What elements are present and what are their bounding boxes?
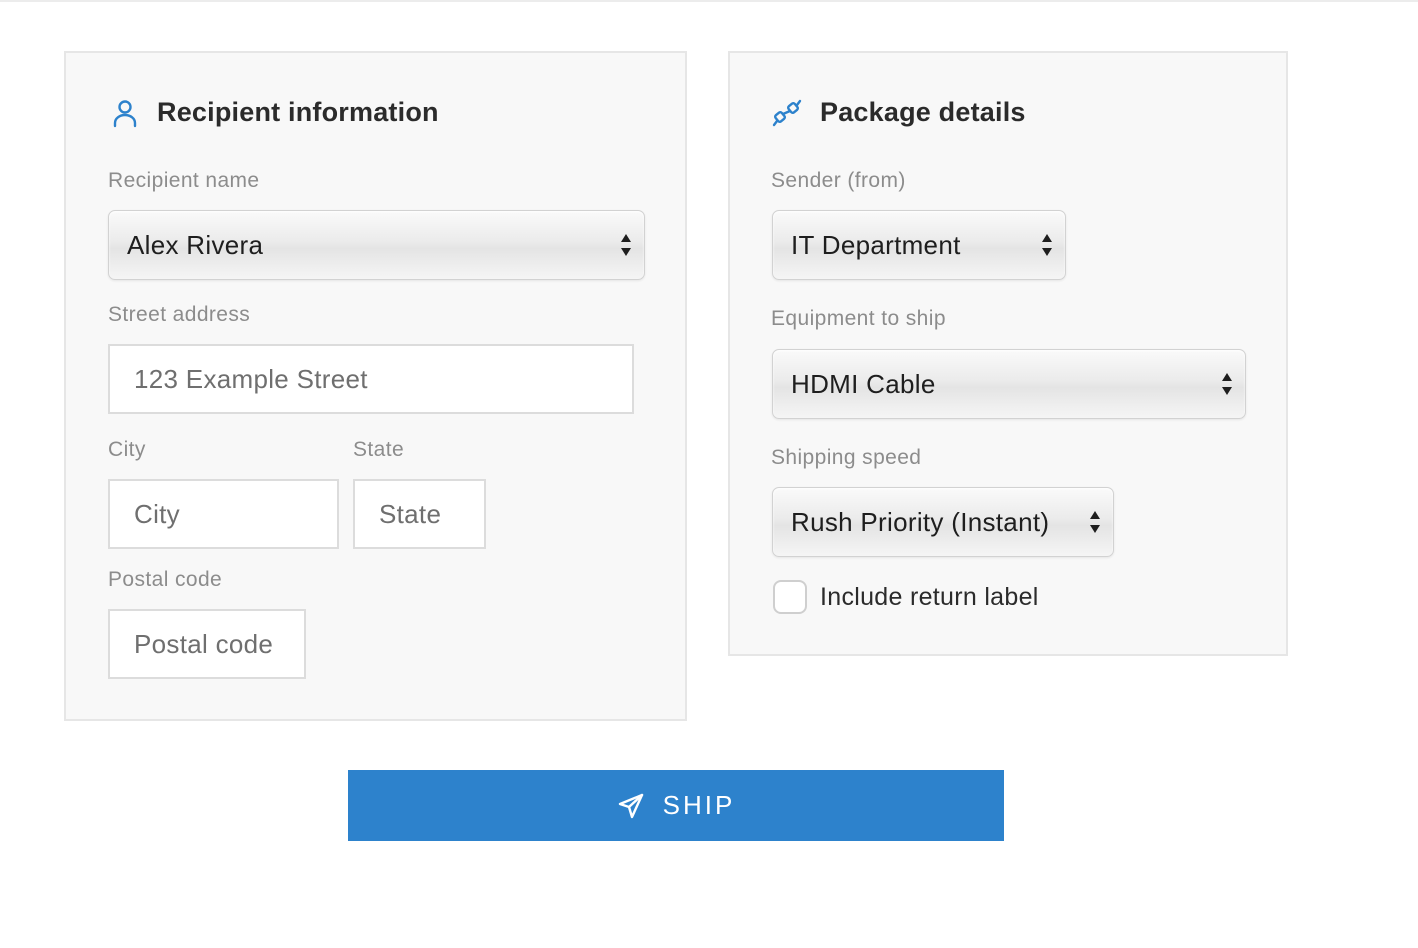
select-arrows-icon	[1042, 234, 1052, 256]
equipment-label: Equipment to ship	[771, 307, 946, 330]
select-arrows-icon	[1090, 511, 1100, 533]
person-icon	[113, 100, 137, 128]
ship-button[interactable]: SHIP	[348, 770, 1004, 841]
select-arrows-icon	[621, 234, 631, 256]
shipping-speed-value: Rush Priority (Instant)	[791, 506, 1050, 537]
return-label-checkbox[interactable]	[773, 580, 807, 614]
postal-code-label: Postal code	[108, 568, 223, 591]
shipping-speed-label: Shipping speed	[771, 446, 922, 469]
street-address-placeholder: 123 Example Street	[134, 363, 368, 394]
panel-title: Recipient information	[157, 97, 439, 127]
select-arrows-icon	[1222, 373, 1232, 395]
ship-label: SHIP	[662, 790, 736, 820]
recipient-name-label: Recipient name	[108, 169, 260, 192]
sender-select[interactable]: IT Department	[772, 210, 1066, 280]
paper-plane-icon	[618, 793, 643, 818]
city-placeholder: City	[134, 498, 180, 529]
city-label: City	[108, 438, 146, 461]
top-divider	[0, 0, 1418, 2]
city-input[interactable]: City	[108, 479, 339, 549]
street-address-input[interactable]: 123 Example Street	[108, 344, 634, 414]
shipping-speed-select[interactable]: Rush Priority (Instant)	[772, 487, 1114, 557]
panel-title: Package details	[820, 97, 1026, 127]
cable-plug-icon	[772, 99, 802, 127]
state-input[interactable]: State	[353, 479, 486, 549]
package-panel: Package details Sender (from) IT Departm…	[728, 51, 1288, 656]
recipient-panel: Recipient information Recipient name Ale…	[64, 51, 687, 721]
street-address-label: Street address	[108, 303, 251, 326]
sender-value: IT Department	[791, 229, 961, 260]
state-placeholder: State	[379, 498, 442, 529]
postal-code-input[interactable]: Postal code	[108, 609, 306, 679]
return-label-text[interactable]: Include return label	[820, 583, 1039, 612]
postal-code-placeholder: Postal code	[134, 628, 274, 659]
state-label: State	[353, 438, 405, 461]
recipient-name-value: Alex Rivera	[127, 229, 264, 260]
sender-label: Sender (from)	[771, 169, 906, 192]
equipment-select[interactable]: HDMI Cable	[772, 349, 1246, 419]
recipient-name-select[interactable]: Alex Rivera	[108, 210, 645, 280]
equipment-value: HDMI Cable	[791, 368, 936, 399]
